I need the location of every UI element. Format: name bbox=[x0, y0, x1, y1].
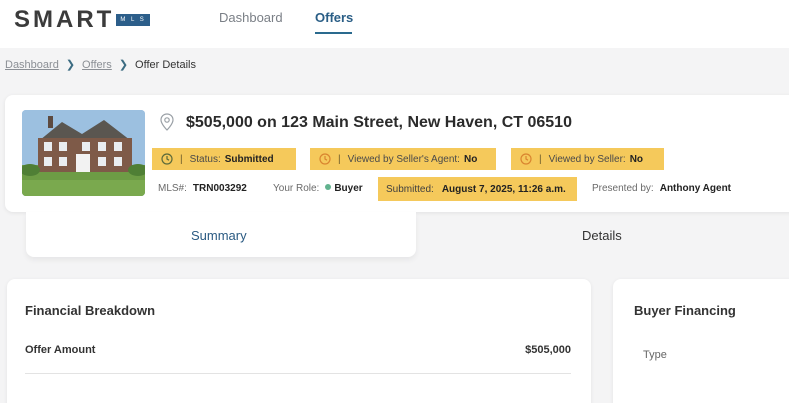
clock-icon bbox=[319, 153, 331, 165]
viewed-by-seller-label: Viewed by Seller: bbox=[548, 153, 626, 165]
tab-summary[interactable]: Summary bbox=[26, 212, 416, 257]
map-pin-icon bbox=[160, 113, 174, 131]
breadcrumb: Dashboard ❯ Offers ❯ Offer Details bbox=[5, 58, 196, 72]
clock-icon bbox=[161, 153, 173, 165]
offer-title: $505,000 on 123 Main Street, New Haven, … bbox=[186, 114, 572, 131]
status-viewed-by-sellers-agent: | Viewed by Seller's Agent: No bbox=[310, 148, 496, 170]
role-value: Buyer bbox=[334, 183, 363, 194]
submitted-date: Submitted: August 7, 2025, 11:26 a.m. bbox=[378, 177, 577, 201]
submitted-label: Submitted: bbox=[386, 183, 434, 195]
buyer-financing-title: Buyer Financing bbox=[634, 303, 736, 318]
status-separator: | bbox=[539, 153, 542, 165]
logo-wordmark: SMART bbox=[14, 6, 115, 33]
role-status-dot bbox=[325, 184, 332, 190]
financial-breakdown-card: Financial Breakdown Offer Amount $505,00… bbox=[7, 279, 591, 403]
breadcrumb-dashboard[interactable]: Dashboard bbox=[5, 59, 59, 71]
nav-tab-offers[interactable]: Offers bbox=[315, 10, 353, 25]
chevron-right-icon: ❯ bbox=[65, 59, 76, 71]
mls-number: MLS#: TRN003292 bbox=[158, 183, 247, 194]
mls-label: MLS#: bbox=[158, 183, 187, 194]
offer-amount-value: $505,000 bbox=[525, 344, 571, 356]
status-value: Submitted bbox=[224, 153, 274, 165]
status-separator: | bbox=[338, 153, 341, 165]
breadcrumb-offers[interactable]: Offers bbox=[82, 59, 112, 71]
status-separator: | bbox=[180, 153, 183, 165]
offer-header-card: $505,000 on 123 Main Street, New Haven, … bbox=[5, 95, 789, 212]
offer-amount-label: Offer Amount bbox=[25, 344, 96, 356]
logo-mls-badge: M L S bbox=[116, 14, 150, 26]
role-label: Your Role: bbox=[273, 183, 320, 194]
logo[interactable]: SMART M L S bbox=[14, 6, 150, 34]
mls-value: TRN003292 bbox=[192, 183, 247, 194]
presented-value: Anthony Agent bbox=[659, 183, 732, 194]
nav-active-indicator bbox=[315, 32, 352, 34]
tab-summary-label: Summary bbox=[191, 228, 247, 243]
viewed-by-seller-value: No bbox=[629, 153, 644, 165]
presented-by: Presented by: Anthony Agent bbox=[592, 183, 731, 194]
viewed-by-sellers-agent-label: Viewed by Seller's Agent: bbox=[347, 153, 460, 165]
user-role: Your Role: Buyer bbox=[273, 183, 363, 194]
row-divider bbox=[25, 373, 571, 374]
submitted-value: August 7, 2025, 11:26 a.m. bbox=[441, 183, 566, 195]
property-photo bbox=[22, 110, 145, 196]
top-nav: SMART M L S Dashboard Offers bbox=[0, 0, 789, 48]
page: SMART M L S Dashboard Offers Dashboard ❯… bbox=[0, 0, 789, 403]
breadcrumb-current: Offer Details bbox=[135, 58, 196, 71]
status-label: Status: bbox=[189, 153, 221, 165]
status-submitted: | Status: Submitted bbox=[152, 148, 296, 170]
tab-details[interactable]: Details bbox=[582, 228, 622, 243]
viewed-by-sellers-agent-value: No bbox=[463, 153, 478, 165]
chevron-right-icon: ❯ bbox=[118, 59, 129, 71]
nav-tab-dashboard[interactable]: Dashboard bbox=[219, 10, 283, 25]
clock-icon bbox=[520, 153, 532, 165]
buyer-financing-card: Buyer Financing Type bbox=[613, 279, 789, 403]
presented-label: Presented by: bbox=[592, 183, 654, 194]
financial-breakdown-title: Financial Breakdown bbox=[25, 303, 156, 318]
status-viewed-by-seller: | Viewed by Seller: No bbox=[511, 148, 664, 170]
financing-type-label: Type bbox=[643, 349, 667, 361]
